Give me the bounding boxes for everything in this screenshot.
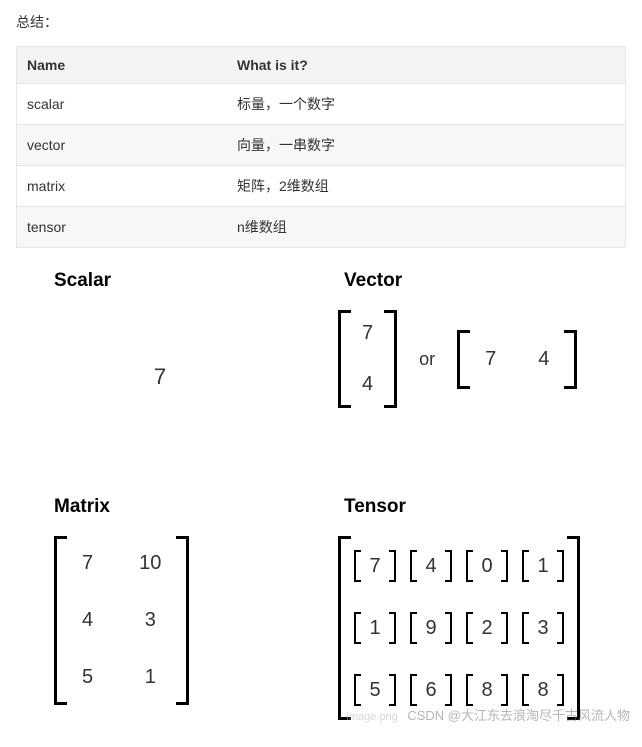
vector-col-value: 7 — [362, 322, 373, 345]
tensor-outer-bracket: 7 4 0 1 1 9 2 3 5 6 8 8 — [338, 536, 580, 720]
vector-title: Vector — [344, 270, 626, 292]
tensor-cell: 5 — [360, 674, 390, 706]
matrix-bracket: 7 10 4 3 5 1 — [54, 536, 189, 705]
tensor-panel: Tensor 7 4 0 1 1 9 2 3 5 6 8 — [338, 496, 626, 720]
matrix-cell: 1 — [145, 666, 156, 689]
diagram-grid: Scalar 7 Vector 7 4 or 7 4 — [16, 270, 626, 720]
vector-row-value: 4 — [538, 348, 549, 371]
cell-desc: 向量，一串数字 — [227, 125, 626, 166]
matrix-title: Matrix — [54, 496, 304, 518]
matrix-cell: 3 — [145, 609, 156, 632]
matrix-cell: 7 — [82, 552, 93, 575]
matrix-cell: 5 — [82, 666, 93, 689]
table-row: scalar 标量，一个数字 — [17, 84, 626, 125]
tensor-cell: 3 — [528, 612, 558, 644]
cell-name: vector — [17, 125, 228, 166]
definitions-table: Name What is it? scalar 标量，一个数字 vector 向… — [16, 46, 626, 248]
tensor-cell: 1 — [360, 612, 390, 644]
summary-label: 总结： — [16, 12, 626, 32]
tensor-cell: 8 — [472, 674, 502, 706]
table-row: matrix 矩阵，2维数组 — [17, 166, 626, 207]
cell-name: matrix — [17, 166, 228, 207]
matrix-cell: 10 — [139, 552, 161, 575]
cell-name: scalar — [17, 84, 228, 125]
tensor-cell: 7 — [360, 550, 390, 582]
tensor-cell: 0 — [472, 550, 502, 582]
vector-panel: Vector 7 4 or 7 4 — [338, 270, 626, 462]
table-row: vector 向量，一串数字 — [17, 125, 626, 166]
vector-column-bracket: 7 4 — [338, 310, 397, 408]
cell-desc: 标量，一个数字 — [227, 84, 626, 125]
scalar-panel: Scalar 7 — [16, 270, 304, 462]
cell-desc: n维数组 — [227, 207, 626, 248]
tensor-cell: 1 — [528, 550, 558, 582]
cell-name: tensor — [17, 207, 228, 248]
tensor-cell: 8 — [528, 674, 558, 706]
table-row: tensor n维数组 — [17, 207, 626, 248]
tensor-cell: 2 — [472, 612, 502, 644]
tensor-cell: 4 — [416, 550, 446, 582]
vector-col-value: 4 — [362, 373, 373, 396]
col-header-desc: What is it? — [227, 47, 626, 84]
cell-desc: 矩阵，2维数组 — [227, 166, 626, 207]
vector-row-value: 7 — [485, 348, 496, 371]
col-header-name: Name — [17, 47, 228, 84]
vector-row-bracket: 7 4 — [457, 330, 577, 389]
scalar-title: Scalar — [54, 270, 304, 292]
matrix-cell: 4 — [82, 609, 93, 632]
scalar-value: 7 — [16, 292, 304, 462]
vector-or-label: or — [419, 349, 435, 370]
matrix-panel: Matrix 7 10 4 3 5 1 — [16, 496, 304, 720]
tensor-title: Tensor — [344, 496, 626, 518]
tensor-cell: 9 — [416, 612, 446, 644]
tensor-cell: 6 — [416, 674, 446, 706]
